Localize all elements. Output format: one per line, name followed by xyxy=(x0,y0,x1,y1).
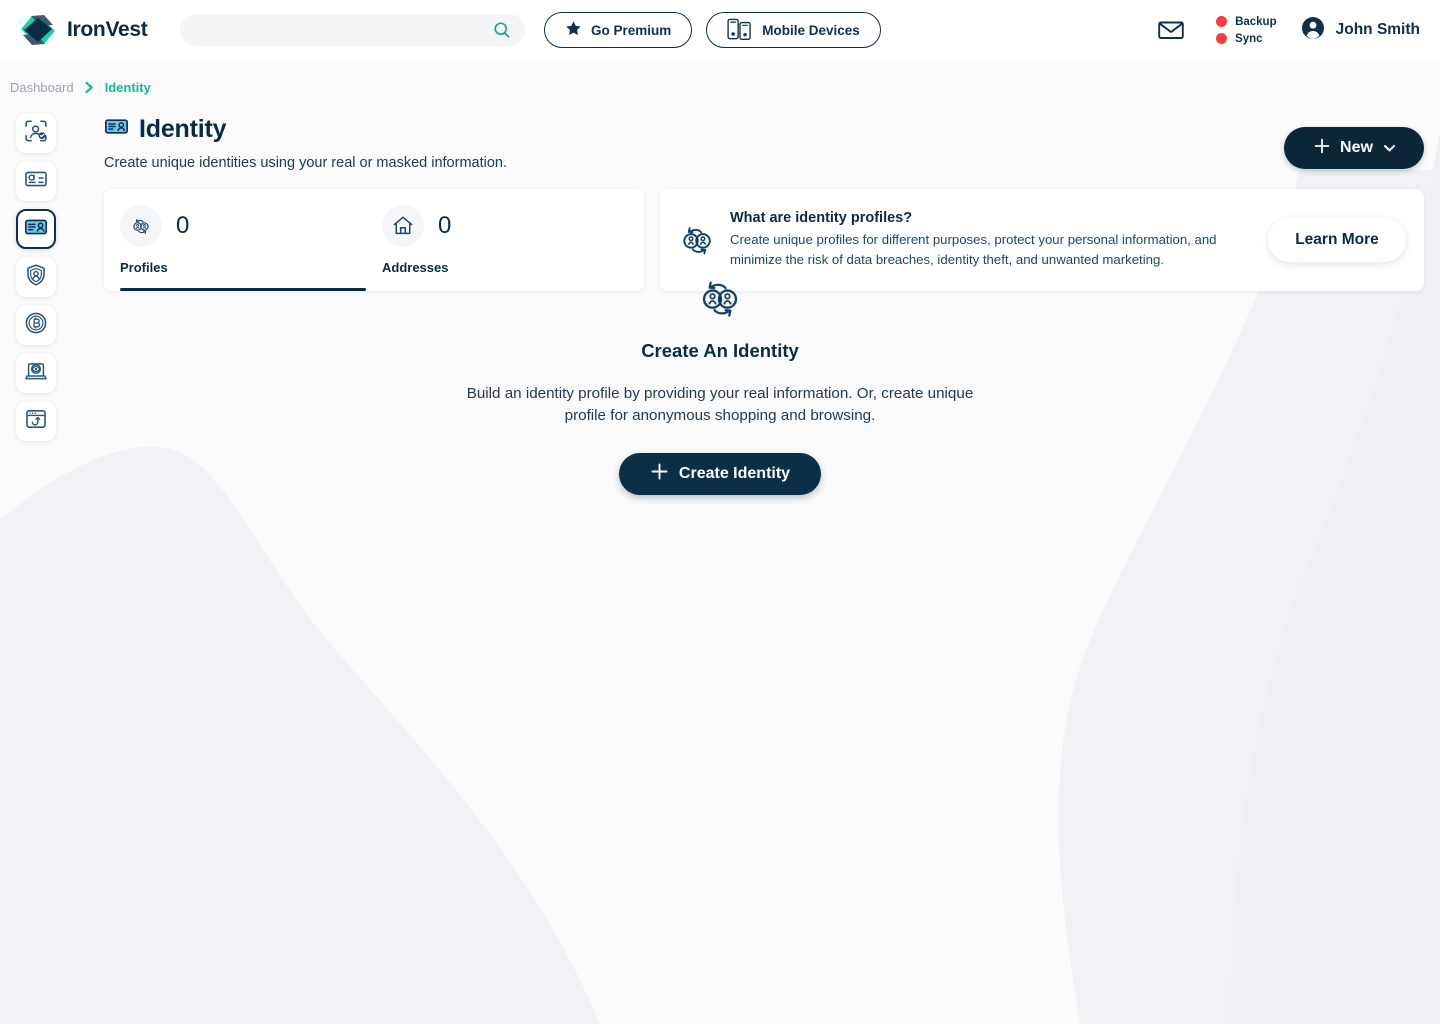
stat-profiles-value: 0 xyxy=(176,212,190,239)
status-sync-label: Sync xyxy=(1235,32,1263,45)
sidebar-item-crypto[interactable] xyxy=(16,305,56,345)
new-button-label: New xyxy=(1340,139,1373,156)
page-subtitle: Create unique identities using your real… xyxy=(104,155,507,171)
status-dot-backup xyxy=(1216,16,1228,27)
status-backup-label: Backup xyxy=(1235,15,1277,28)
info-card-text: What are identity profiles? Create uniqu… xyxy=(730,210,1268,271)
sidebar-item-identity[interactable] xyxy=(16,209,56,249)
credit-card-icon xyxy=(24,167,48,196)
breadcrumb: Dashboard Identity xyxy=(10,80,151,95)
mobile-devices-label: Mobile Devices xyxy=(762,22,860,38)
stat-addresses-value: 0 xyxy=(438,212,452,239)
chevron-right-icon xyxy=(84,81,95,94)
empty-state: Create An Identity Build an identity pro… xyxy=(0,272,1440,496)
info-card-title: What are identity profiles? xyxy=(730,209,913,226)
go-premium-button[interactable]: Go Premium xyxy=(544,12,693,48)
sidebar-item-identity-verification[interactable] xyxy=(16,113,56,153)
brand-logo[interactable]: IronVest xyxy=(18,13,166,47)
status-backup[interactable]: Backup xyxy=(1216,16,1277,28)
empty-state-body: Build an identity profile by providing y… xyxy=(466,385,974,425)
status-sync[interactable]: Sync xyxy=(1216,33,1277,45)
star-icon xyxy=(565,20,582,40)
status-indicators: Backup Sync xyxy=(1216,16,1277,45)
breadcrumb-item-identity[interactable]: Identity xyxy=(105,80,151,95)
home-icon xyxy=(382,205,424,247)
info-card-body: Create unique profiles for different pur… xyxy=(730,231,1217,267)
sidebar-item-payment-cards[interactable] xyxy=(16,161,56,201)
bitcoin-coin-icon xyxy=(24,311,48,340)
page-title: Identity xyxy=(139,114,227,143)
plus-icon xyxy=(1313,137,1331,160)
search-bar[interactable] xyxy=(180,14,525,46)
brand-name: IronVest xyxy=(67,18,148,41)
user-avatar-icon xyxy=(1301,16,1325,45)
ironvest-diamond-logo xyxy=(18,13,58,47)
page-header: Identity Create unique identities using … xyxy=(104,114,507,172)
user-name: John Smith xyxy=(1335,21,1420,38)
sidebar-item-phishing-protection[interactable] xyxy=(16,401,56,441)
profiles-swap-icon xyxy=(676,219,718,261)
browser-hook-icon xyxy=(24,407,48,436)
sidebar-item-private-browsing[interactable] xyxy=(16,353,56,393)
laptop-eye-icon xyxy=(24,359,48,388)
create-identity-label: Create Identity xyxy=(678,465,791,483)
mobile-devices-button[interactable]: Mobile Devices xyxy=(706,12,881,48)
profiles-swap-icon xyxy=(692,272,748,322)
shield-user-icon xyxy=(24,263,48,292)
status-dot-sync xyxy=(1216,33,1228,44)
face-scan-icon xyxy=(24,119,48,148)
new-button[interactable]: New xyxy=(1284,127,1424,169)
sidebar-rail xyxy=(16,113,56,441)
plus-icon xyxy=(650,462,669,486)
breadcrumb-item-dashboard[interactable]: Dashboard xyxy=(10,80,74,95)
go-premium-label: Go Premium xyxy=(591,22,672,38)
create-identity-button[interactable]: Create Identity xyxy=(619,453,821,496)
empty-state-title: Create An Identity xyxy=(641,340,799,361)
mail-icon[interactable] xyxy=(1156,15,1186,45)
page-title-icon xyxy=(104,114,129,144)
header-right-cluster: Backup Sync John Smith xyxy=(1156,15,1424,45)
app-header: IronVest Go Premium Mobile Devices Backu… xyxy=(0,0,1440,60)
id-card-icon xyxy=(24,215,48,244)
mobile-devices-icon xyxy=(727,18,753,43)
user-menu[interactable]: John Smith xyxy=(1301,16,1420,45)
search-icon[interactable] xyxy=(493,21,511,39)
profiles-swap-icon xyxy=(120,205,162,247)
chevron-down-icon xyxy=(1383,139,1395,157)
sidebar-item-security-shield[interactable] xyxy=(16,257,56,297)
learn-more-button[interactable]: Learn More xyxy=(1268,218,1406,262)
search-input[interactable] xyxy=(180,14,525,46)
